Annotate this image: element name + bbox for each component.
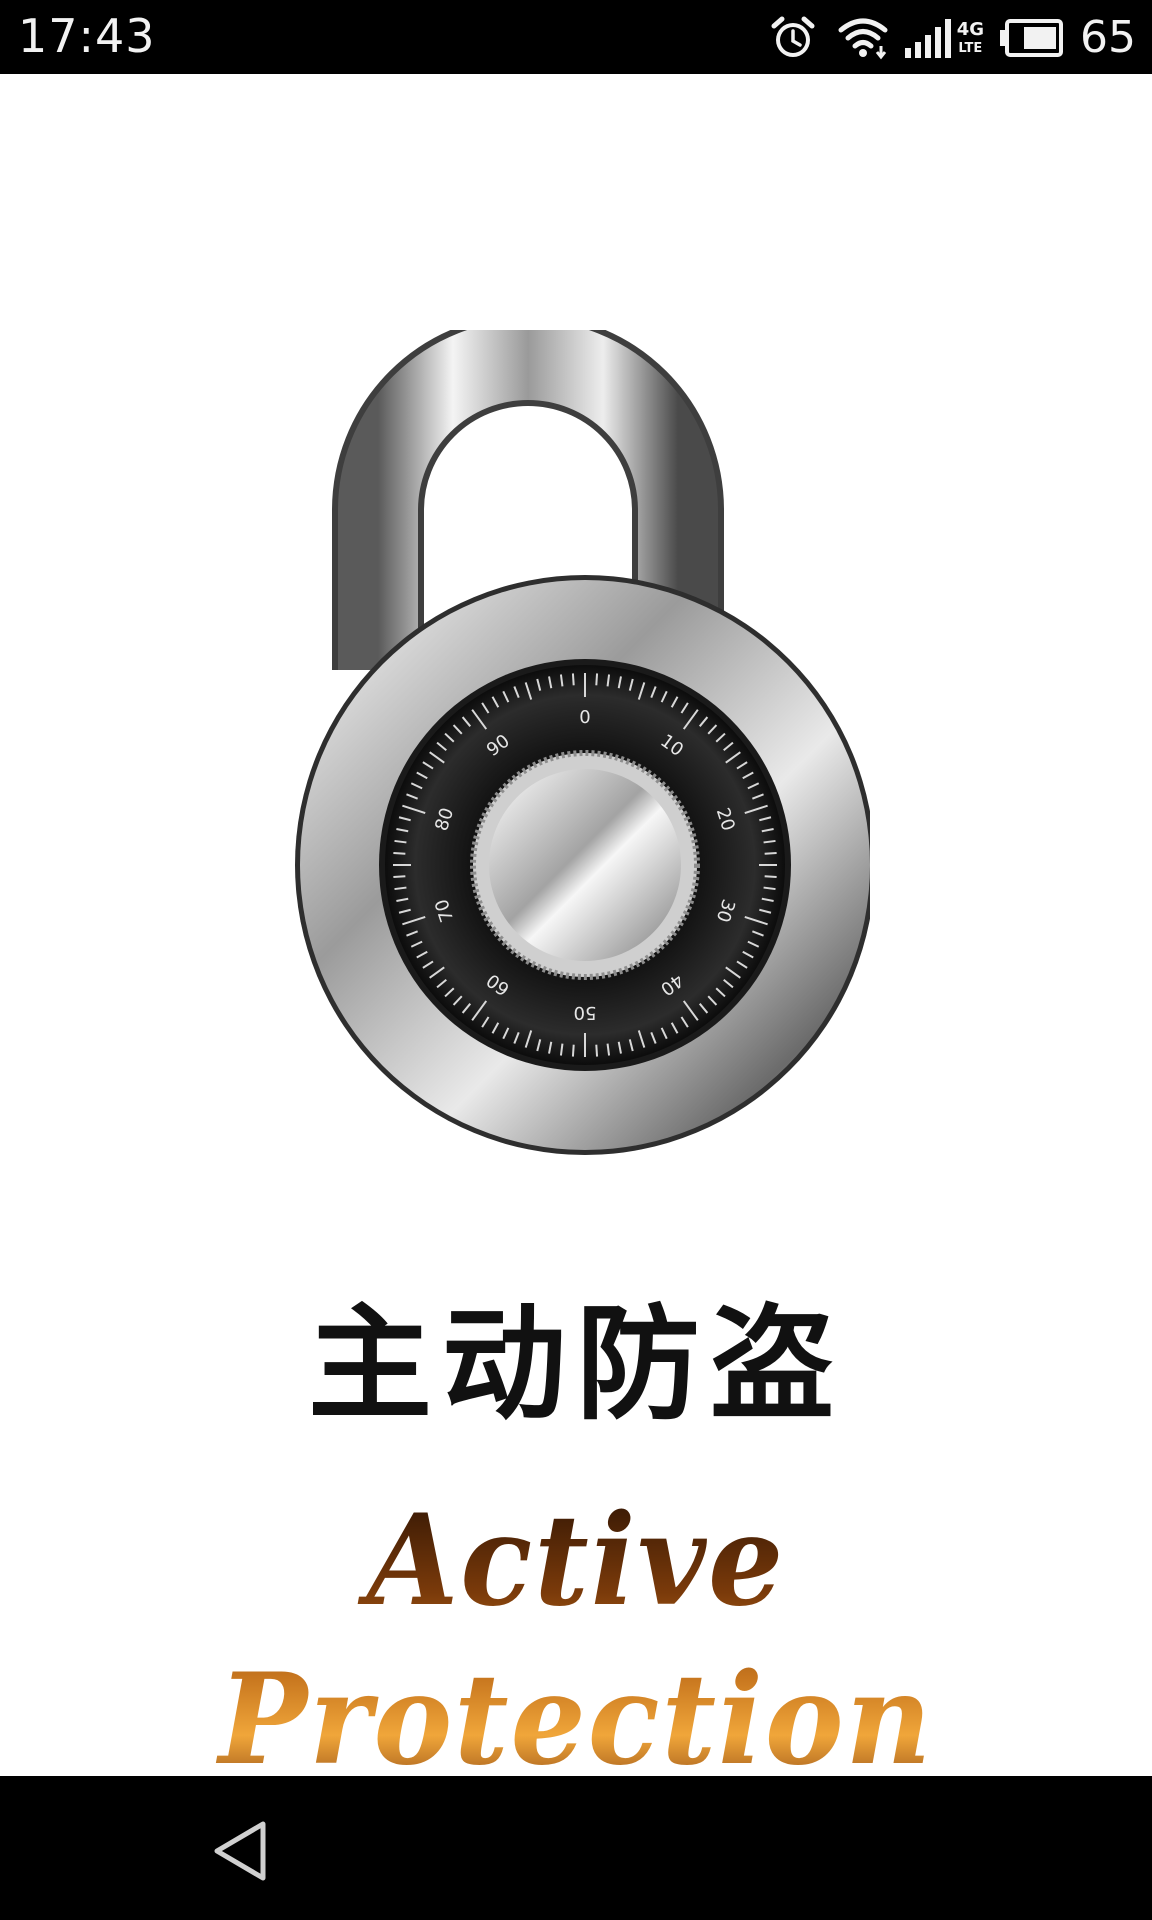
dial-tick: [571, 673, 575, 686]
wifi-icon: [837, 16, 889, 60]
dial-tick: [571, 1044, 575, 1057]
feature-title-chinese: 主动防盗: [307, 1293, 844, 1437]
splash-screen: 17:43 4G LTE 65 0 10 20 30 40 50 60 70 8…: [0, 0, 1152, 1920]
navigation-bar: [0, 1776, 1152, 1920]
network-lte-label: LTE: [958, 41, 983, 56]
battery-level: 65: [1080, 12, 1136, 63]
padlock-icon: 0102030405060708090: [295, 314, 875, 1155]
network-type-label: 4G: [956, 19, 984, 40]
dial-tick: [595, 673, 599, 686]
battery-icon: [998, 18, 1064, 58]
feature-title-english: Active Protection: [0, 1481, 1152, 1799]
dial-number: 0: [579, 707, 590, 728]
dial-tick: [393, 875, 406, 879]
dial-tick: [764, 851, 777, 855]
padlock-illustration: 0 10 20 30 40 50 60 70 80 90: [290, 314, 875, 1160]
dial-tick: [393, 851, 406, 855]
status-icons: 4G LTE 65: [769, 12, 1136, 64]
dial-tick: [595, 1044, 599, 1057]
status-time: 17:43: [18, 9, 156, 63]
back-icon: [214, 1821, 266, 1881]
signal-icon: [903, 16, 953, 60]
status-bar: 17:43 4G LTE 65: [0, 0, 1152, 74]
back-button[interactable]: [205, 1816, 275, 1886]
alarm-icon: [769, 14, 817, 62]
4g-lte-icon: 4G LTE: [956, 19, 984, 56]
dial-number: 50: [574, 1002, 597, 1023]
dial-tick: [764, 875, 777, 879]
